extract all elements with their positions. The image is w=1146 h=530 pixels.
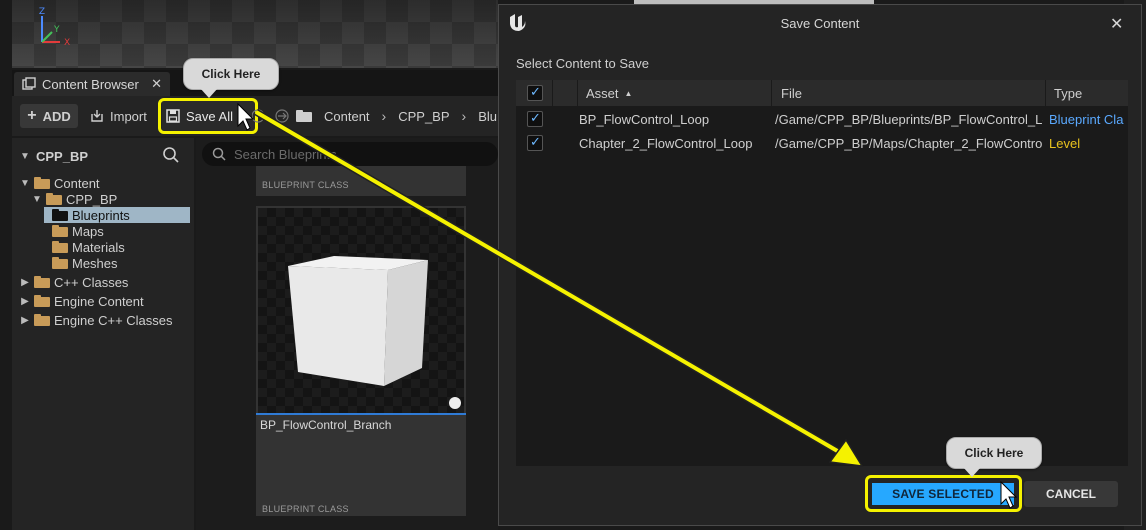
import-button[interactable]: Import bbox=[90, 104, 147, 128]
cancel-button[interactable]: CANCEL bbox=[1024, 481, 1118, 507]
table-row[interactable]: BP_FlowControl_Loop /Game/CPP_BP/Bluepri… bbox=[516, 107, 1128, 131]
tree-item-maps[interactable]: Maps bbox=[52, 223, 104, 239]
column-asset-label: Asset bbox=[586, 85, 619, 101]
caret-right-icon[interactable]: ▶ bbox=[20, 315, 30, 326]
column-divider bbox=[577, 80, 578, 106]
asset-tile-previous[interactable]: BLUEPRINT CLASS bbox=[256, 166, 466, 196]
asset-class-label: BLUEPRINT CLASS bbox=[262, 504, 349, 514]
column-divider bbox=[1045, 80, 1046, 106]
table-row[interactable]: Chapter_2_FlowControl_Loop /Game/CPP_BP/… bbox=[516, 131, 1128, 155]
svg-text:X: X bbox=[64, 38, 70, 48]
row-checkbox[interactable] bbox=[527, 110, 543, 127]
row-file: /Game/CPP_BP/Maps/Chapter_2_FlowControl_ bbox=[775, 135, 1043, 151]
folder-icon bbox=[296, 110, 312, 122]
caret-right-icon[interactable]: ▶ bbox=[20, 296, 30, 307]
folder-icon bbox=[34, 295, 50, 307]
import-icon bbox=[91, 110, 103, 122]
search-placeholder: Search Blueprints bbox=[234, 146, 337, 162]
asset-thumbnail[interactable] bbox=[258, 208, 464, 414]
column-header-type[interactable]: Type bbox=[1054, 80, 1082, 106]
sort-ascending-icon: ▲ bbox=[624, 88, 633, 98]
chevron-right-icon[interactable]: › bbox=[462, 108, 467, 124]
tab-close-icon[interactable]: ✕ bbox=[151, 76, 162, 92]
folder-icon bbox=[52, 257, 68, 269]
tree-item-label: CPP_BP bbox=[66, 191, 118, 207]
add-label: ADD bbox=[42, 108, 71, 124]
save-all-highlight bbox=[158, 98, 258, 134]
cpp-folder-icon bbox=[34, 276, 50, 288]
row-type: Blueprint Cla bbox=[1049, 111, 1124, 127]
tree-item-label: Maps bbox=[72, 223, 104, 239]
folder-icon bbox=[52, 209, 68, 221]
column-header-file[interactable]: File bbox=[781, 80, 802, 106]
column-divider bbox=[771, 80, 772, 106]
tree-item-label: Engine C++ Classes bbox=[54, 312, 173, 328]
save-selected-button[interactable]: SAVE SELECTED bbox=[872, 483, 1014, 505]
tree-item-engine-content[interactable]: ▶ Engine Content bbox=[20, 293, 144, 309]
tab-label: Content Browser bbox=[42, 76, 139, 92]
breadcrumb: Content › CPP_BP › Blu bbox=[296, 104, 497, 128]
tree-item-label: Engine Content bbox=[54, 293, 144, 309]
cube-thumbnail-icon bbox=[288, 256, 428, 386]
caret-right-icon[interactable]: ▶ bbox=[20, 277, 30, 288]
tree-item-meshes[interactable]: Meshes bbox=[52, 255, 118, 271]
tutorial-callout: Click Here bbox=[183, 58, 279, 98]
search-input[interactable]: Search Blueprints bbox=[202, 142, 498, 166]
asset-name: BP_FlowControl_Branch bbox=[260, 418, 392, 432]
svg-text:Y: Y bbox=[53, 25, 60, 35]
asset-class-label: BLUEPRINT CLASS bbox=[262, 180, 349, 190]
plus-icon: + bbox=[27, 107, 37, 124]
tree-item-label: Content bbox=[54, 175, 100, 191]
add-button[interactable]: + ADD bbox=[20, 104, 78, 128]
column-divider bbox=[552, 80, 553, 106]
svg-text:Z: Z bbox=[39, 7, 45, 17]
breadcrumb-cpp-bp[interactable]: CPP_BP bbox=[398, 109, 449, 124]
caret-down-icon[interactable]: ▼ bbox=[32, 194, 42, 205]
row-file: /Game/CPP_BP/Blueprints/BP_FlowControl_L… bbox=[775, 111, 1043, 127]
asset-status-dot bbox=[449, 397, 461, 409]
breadcrumb-blueprints[interactable]: Blu bbox=[478, 109, 497, 124]
tree-item-engine-cpp-classes[interactable]: ▶ Engine C++ Classes bbox=[20, 312, 173, 328]
cpp-folder-icon bbox=[34, 314, 50, 326]
tree-item-label: Materials bbox=[72, 239, 125, 255]
dialog-title: Save Content bbox=[780, 15, 860, 31]
tree-item-label: Meshes bbox=[72, 255, 118, 271]
tree-root-label: CPP_BP bbox=[36, 148, 89, 164]
folder-open-icon bbox=[46, 193, 62, 205]
search-icon[interactable] bbox=[162, 146, 180, 164]
tree-item-cpp-classes[interactable]: ▶ C++ Classes bbox=[20, 274, 128, 290]
axis-gizmo-icon: Z X Y bbox=[39, 7, 70, 48]
history-nav-icons[interactable] bbox=[252, 108, 292, 124]
tree-item-content[interactable]: ▼ Content bbox=[20, 175, 190, 191]
select-all-checkbox[interactable] bbox=[527, 80, 543, 106]
folder-icon bbox=[52, 241, 68, 253]
tree-item-materials[interactable]: Materials bbox=[52, 239, 125, 255]
folder-open-icon bbox=[34, 177, 50, 189]
chevron-right-icon[interactable]: › bbox=[382, 108, 387, 124]
breadcrumb-content[interactable]: Content bbox=[324, 109, 370, 124]
tree-item-label: Blueprints bbox=[72, 207, 130, 223]
tree-item-label: C++ Classes bbox=[54, 274, 129, 290]
caret-down-icon[interactable]: ▼ bbox=[20, 178, 30, 189]
content-browser-icon bbox=[22, 77, 36, 90]
close-icon[interactable]: ✕ bbox=[1110, 14, 1123, 34]
tree-item-cpp-bp[interactable]: ▼ CPP_BP bbox=[32, 191, 190, 207]
tab-content-browser[interactable]: Content Browser ✕ bbox=[14, 72, 170, 96]
row-checkbox[interactable] bbox=[527, 134, 543, 151]
folder-icon bbox=[52, 225, 68, 237]
tree-item-blueprints[interactable]: Blueprints bbox=[44, 207, 190, 223]
column-header-asset[interactable]: Asset ▲ bbox=[586, 80, 632, 106]
import-label: Import bbox=[110, 108, 147, 124]
search-icon bbox=[212, 147, 226, 161]
tutorial-callout: Click Here bbox=[946, 437, 1042, 477]
caret-down-icon[interactable]: ▼ bbox=[20, 151, 30, 162]
row-asset: Chapter_2_FlowControl_Loop bbox=[579, 135, 753, 151]
asset-type-underline bbox=[256, 413, 466, 415]
dialog-subtitle: Select Content to Save bbox=[516, 56, 649, 71]
row-type: Level bbox=[1049, 135, 1081, 151]
row-asset: BP_FlowControl_Loop bbox=[579, 111, 710, 127]
